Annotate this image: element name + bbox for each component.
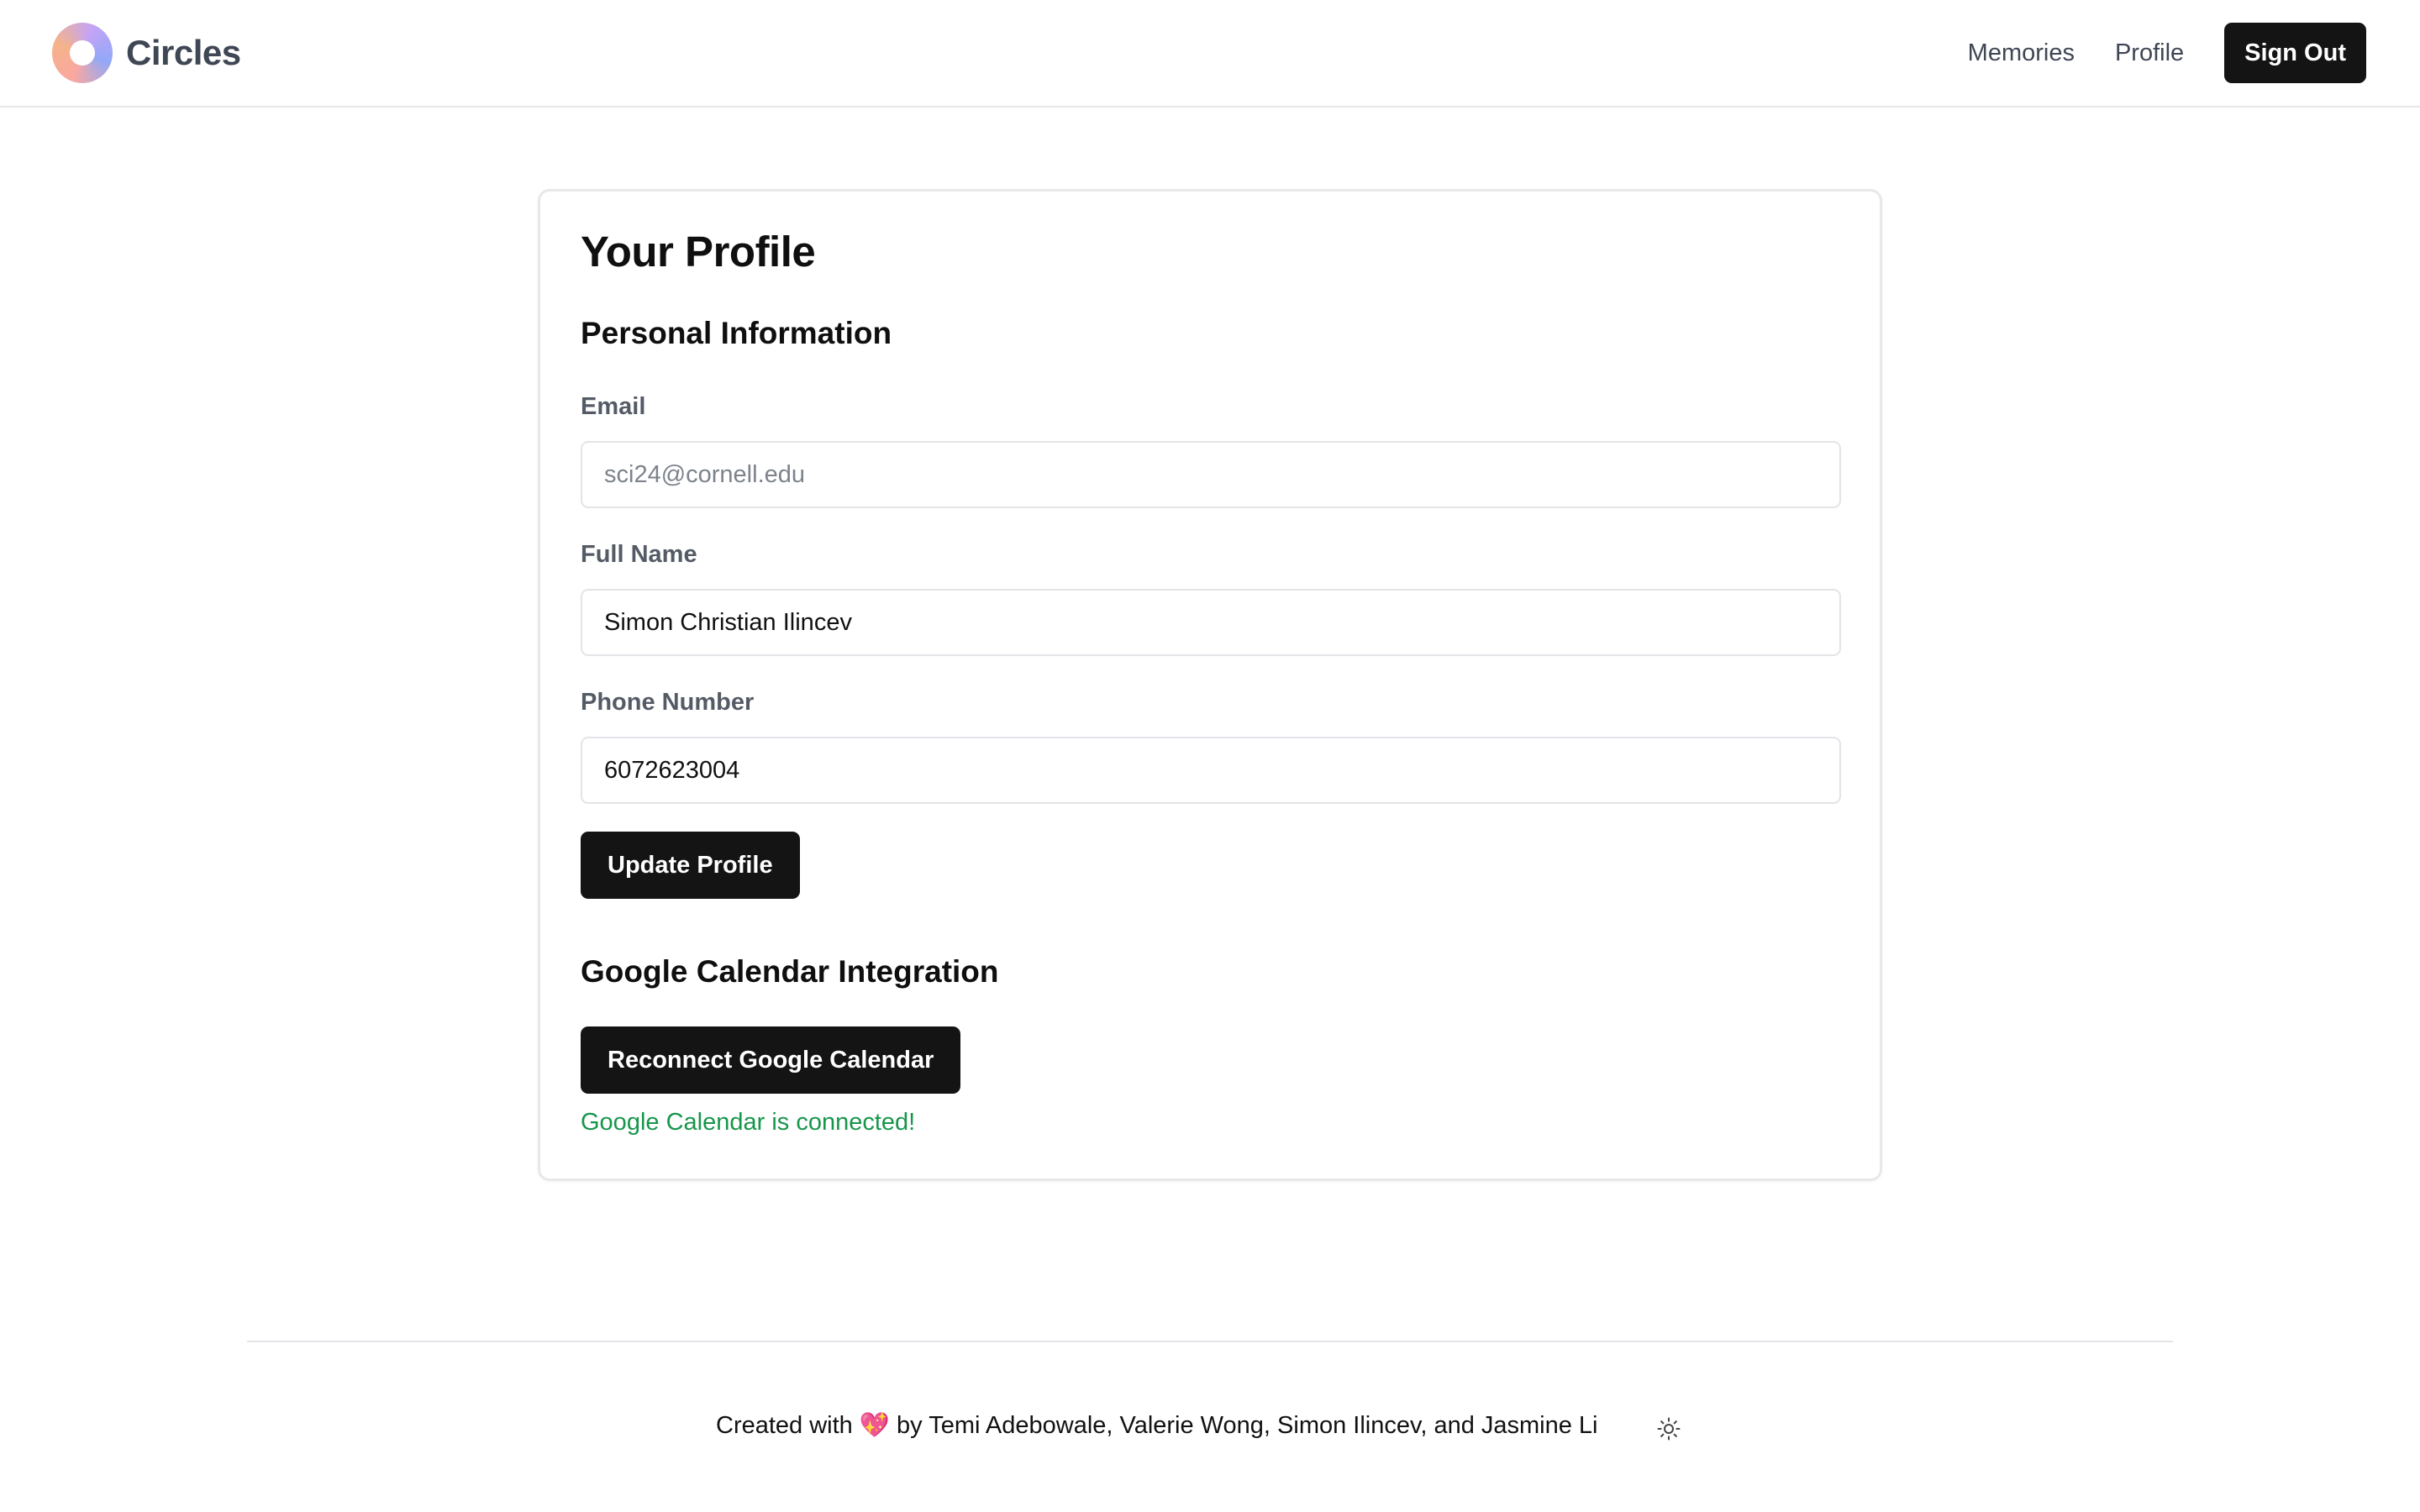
circles-logo-icon <box>52 23 113 83</box>
main-nav: Memories Profile Sign Out <box>1968 23 2366 83</box>
phone-number-label: Phone Number <box>581 689 755 716</box>
brand-name: Circles <box>126 33 241 72</box>
sign-out-button[interactable]: Sign Out <box>2224 23 2366 83</box>
google-calendar-heading: Google Calendar Integration <box>581 954 999 989</box>
calendar-status-message: Google Calendar is connected! <box>581 1109 916 1136</box>
credit-authors: by Temi Adebowale, Valerie Wong, Simon I… <box>897 1412 1598 1439</box>
phone-number-field[interactable] <box>581 737 1841 804</box>
brand[interactable]: Circles <box>52 22 241 84</box>
sun-icon[interactable] <box>1655 1415 1683 1443</box>
full-name-field[interactable] <box>581 589 1841 656</box>
update-profile-button[interactable]: Update Profile <box>581 832 800 899</box>
logo-center <box>70 40 95 66</box>
email-label: Email <box>581 393 646 420</box>
credit-prefix: Created with <box>716 1412 853 1439</box>
full-name-label: Full Name <box>581 541 697 568</box>
page-title: Your Profile <box>581 228 816 276</box>
nav-link-profile[interactable]: Profile <box>2115 39 2184 67</box>
reconnect-google-calendar-button[interactable]: Reconnect Google Calendar <box>581 1026 961 1094</box>
heart-icon: 💖 <box>859 1412 890 1439</box>
nav-link-memories[interactable]: Memories <box>1968 39 2075 67</box>
top-navbar: Circles Memories Profile Sign Out <box>0 0 2420 108</box>
email-field <box>581 441 1841 508</box>
personal-info-heading: Personal Information <box>581 316 892 350</box>
profile-card: Your Profile Personal Information Email … <box>538 189 1882 1181</box>
footer-divider <box>247 1341 2173 1342</box>
footer-credits: Created with 💖 by Temi Adebowale, Valeri… <box>716 1411 1598 1440</box>
